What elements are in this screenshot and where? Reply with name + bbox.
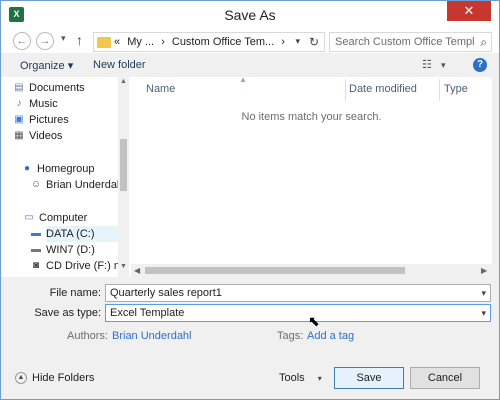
sidebar-item-data-c[interactable]: ▬ DATA (C:) [31, 226, 118, 242]
user-icon: ☺ [30, 179, 42, 190]
drive-icon: ▬ [31, 228, 41, 239]
dialog-title: Save As [224, 7, 276, 23]
homegroup-icon: ● [23, 163, 31, 174]
sidebar-item-label: DATA (C:) [46, 228, 95, 240]
authors-label: Authors: [67, 330, 108, 342]
cd-drive-icon: ◙ [32, 260, 40, 271]
breadcrumb-separator[interactable]: › [281, 36, 285, 48]
videos-icon: ▦ [14, 130, 24, 141]
scroll-down-icon[interactable]: ▼ [120, 263, 127, 270]
save-as-dialog: X Save As ✕ ← → ▾ ↑ « My ... › Custom Of… [0, 0, 500, 400]
column-divider[interactable] [439, 79, 440, 101]
drive-icon: ▬ [31, 244, 41, 255]
organize-button[interactable]: Organize ▾ [20, 59, 73, 72]
up-button[interactable]: ↑ [76, 32, 83, 48]
command-bar: Organize ▾ New folder ☷ ▾ ? [1, 53, 499, 77]
empty-folder-message: No items match your search. [241, 111, 382, 123]
search-input[interactable]: Search Custom Office Templa... [335, 36, 475, 48]
title-bar: X Save As ✕ [1, 1, 499, 29]
sidebar-item-label: Music [29, 98, 58, 110]
content-area: ▤ Documents ♪ Music ▣ Pictures ▦ Videos … [1, 75, 499, 277]
music-icon: ♪ [16, 98, 22, 109]
computer-icon: ▭ [24, 212, 34, 223]
forward-button[interactable]: → [36, 32, 54, 50]
sidebar-item-label: Homegroup [37, 163, 95, 175]
sidebar-item-music[interactable]: ♪ Music [17, 96, 58, 112]
tags-label: Tags: [277, 330, 304, 342]
refresh-icon[interactable]: ↻ [309, 35, 319, 49]
authors-value[interactable]: Brian Underdahl [112, 330, 192, 342]
scroll-left-icon[interactable]: ◀ [134, 266, 140, 275]
documents-icon: ▤ [14, 82, 24, 93]
scroll-right-icon[interactable]: ▶ [481, 266, 487, 275]
column-header-name[interactable]: Name [146, 83, 175, 95]
sidebar-item-label: Computer [39, 212, 88, 224]
back-button[interactable]: ← [13, 32, 31, 50]
close-button[interactable]: ✕ [447, 1, 491, 21]
navigation-pane-scrollbar[interactable]: ▲ ▼ [118, 77, 129, 277]
navigation-pane: ▤ Documents ♪ Music ▣ Pictures ▦ Videos … [1, 77, 129, 277]
view-icon[interactable]: ☷ [422, 58, 432, 71]
file-list-scrollbar[interactable] [492, 77, 499, 277]
sidebar-item-videos[interactable]: ▦ Videos [14, 128, 63, 144]
save-as-type-value[interactable]: Excel Template [110, 307, 184, 319]
column-divider[interactable] [345, 79, 346, 101]
sidebar-item-label: CD Drive (F:) mag [46, 260, 129, 272]
pictures-icon: ▣ [14, 114, 24, 125]
tools-label: Tools [279, 372, 305, 384]
sidebar-item-documents[interactable]: ▤ Documents [14, 80, 85, 96]
navigation-bar: ← → ▾ ↑ « My ... › Custom Office Tem... … [1, 29, 499, 53]
scroll-up-icon[interactable]: ▲ [120, 78, 127, 85]
sidebar-item-win7-d[interactable]: ▬ WIN7 (D:) [31, 242, 95, 258]
sidebar-item-homegroup[interactable]: ● Homegroup [24, 161, 95, 177]
file-name-value[interactable]: Quarterly sales report1 [110, 287, 222, 299]
breadcrumb-overflow[interactable]: « [114, 36, 120, 48]
address-bar[interactable]: « My ... › Custom Office Tem... › ▾ ↻ [93, 32, 325, 52]
sidebar-item-label: Videos [29, 130, 63, 142]
search-box[interactable]: Search Custom Office Templa... ⌕ [329, 32, 492, 52]
sidebar-item-pictures[interactable]: ▣ Pictures [14, 112, 69, 128]
scrollbar-thumb[interactable] [120, 139, 127, 191]
breadcrumb[interactable]: « My ... › Custom Office Tem... › [114, 36, 289, 48]
mouse-cursor-icon: ⬉ [308, 313, 320, 329]
breadcrumb-item[interactable]: My ... [127, 36, 154, 48]
breadcrumb-item[interactable]: Custom Office Tem... [172, 36, 274, 48]
search-icon[interactable]: ⌕ [480, 35, 487, 50]
save-as-type-select[interactable]: Excel Template ▾ [105, 304, 491, 322]
collapse-icon: ▲ [15, 372, 27, 384]
sidebar-item-label: Brian Underdahl [46, 179, 126, 191]
chevron-down-icon[interactable]: ▾ [481, 288, 486, 299]
hide-folders-label: Hide Folders [32, 372, 95, 384]
scrollbar-thumb[interactable] [145, 267, 405, 274]
file-name-field[interactable]: Quarterly sales report1 ▾ [105, 284, 491, 302]
sidebar-item-brian-underdahl[interactable]: ☺ Brian Underdahl [31, 177, 126, 193]
address-dropdown-icon[interactable]: ▾ [295, 36, 300, 47]
new-folder-button[interactable]: New folder [93, 59, 146, 71]
cancel-button[interactable]: Cancel [410, 367, 480, 389]
help-icon[interactable]: ? [473, 58, 487, 72]
sidebar-item-cd-drive-f[interactable]: ◙ CD Drive (F:) mag [33, 258, 129, 274]
sidebar-item-label: WIN7 (D:) [46, 244, 95, 256]
sort-ascending-icon: ▲ [239, 75, 247, 84]
file-name-label: File name: [49, 287, 101, 299]
save-button[interactable]: Save [334, 367, 404, 389]
column-header-date-modified[interactable]: Date modified [349, 83, 417, 95]
column-header-type[interactable]: Type [444, 83, 468, 95]
tools-button[interactable]: Tools ▾ [279, 372, 322, 384]
file-list: ▲ Name Date modified Type No items match… [131, 75, 492, 277]
sidebar-item-label: Documents [29, 82, 85, 94]
save-as-type-label: Save as type: [34, 307, 101, 319]
dialog-footer: ▲ Hide Folders Tools ▾ Save Cancel [1, 357, 499, 399]
chevron-down-icon[interactable]: ▾ [481, 308, 486, 319]
sidebar-item-label: Pictures [29, 114, 69, 126]
save-options-form: File name: Quarterly sales report1 ▾ Sav… [1, 277, 499, 357]
folder-icon [97, 37, 111, 48]
add-tag-link[interactable]: Add a tag [307, 330, 354, 342]
sidebar-item-computer[interactable]: ▭ Computer [24, 210, 88, 226]
horizontal-scrollbar[interactable]: ◀ ▶ [131, 264, 492, 277]
chevron-down-icon: ▾ [317, 374, 322, 383]
breadcrumb-separator[interactable]: › [161, 36, 165, 48]
view-dropdown-icon[interactable]: ▾ [441, 60, 446, 71]
recent-locations-dropdown[interactable]: ▾ [61, 33, 66, 44]
